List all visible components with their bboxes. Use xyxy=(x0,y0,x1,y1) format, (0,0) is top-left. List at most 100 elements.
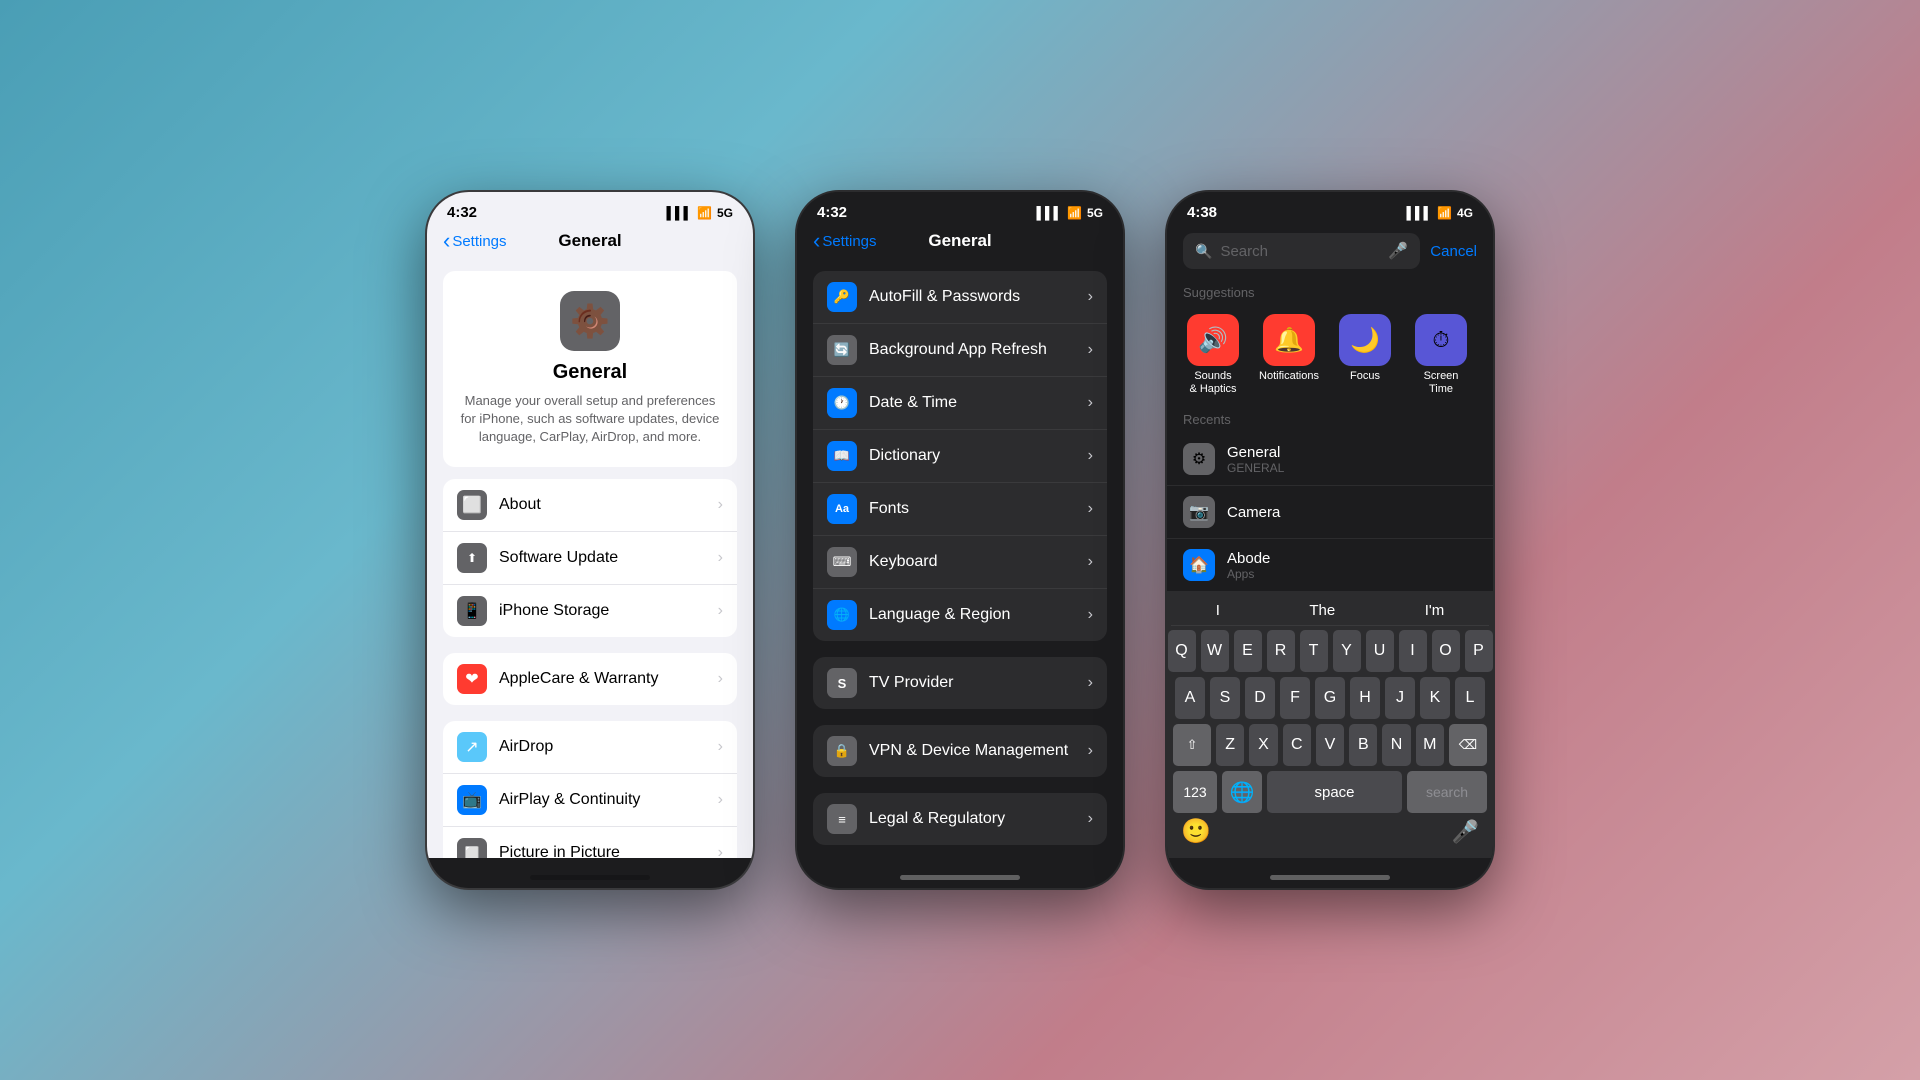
phone-body-2: 🔑 AutoFill & Passwords › 🔄 Background Ap… xyxy=(797,259,1123,858)
mic-icon[interactable]: 🎤 xyxy=(1452,819,1479,845)
predictive-row: I The I'm xyxy=(1171,596,1489,626)
battery-icon-2: 5G xyxy=(1087,206,1103,220)
scroll-area-1[interactable]: ⚙️ General Manage your overall setup and… xyxy=(427,259,753,858)
airplay-row[interactable]: 📺 AirPlay & Continuity › xyxy=(443,774,737,827)
suggestion-sounds[interactable]: 🔊 Sounds& Haptics xyxy=(1183,314,1243,396)
recent-abode[interactable]: 🏠 Abode Apps xyxy=(1167,539,1493,592)
tv-provider-label: TV Provider xyxy=(869,674,1088,692)
key-a[interactable]: A xyxy=(1175,677,1205,719)
key-j[interactable]: J xyxy=(1385,677,1415,719)
scroll-area-3[interactable]: Suggestions 🔊 Sounds& Haptics 🔔 xyxy=(1167,277,1493,592)
gear-icon-wrap: ⚙️ xyxy=(560,291,620,351)
status-icons-3: ▌▌▌ 📶 4G xyxy=(1407,206,1473,220)
autofill-chevron: › xyxy=(1088,288,1093,306)
key-x[interactable]: X xyxy=(1249,724,1277,766)
home-bar-2 xyxy=(900,875,1020,880)
search-key[interactable]: search xyxy=(1407,771,1487,813)
suggestions-icons: 🔊 Sounds& Haptics 🔔 Notifications xyxy=(1167,306,1493,404)
key-u[interactable]: U xyxy=(1366,630,1394,672)
key-l[interactable]: L xyxy=(1455,677,1485,719)
search-mic-icon[interactable]: 🎤 xyxy=(1388,241,1408,261)
airdrop-row[interactable]: ↗ AirDrop › xyxy=(443,721,737,774)
phone-1: 4:32 ▌▌▌ 📶 5G Settings General ⚙️ xyxy=(425,190,755,890)
key-b[interactable]: B xyxy=(1349,724,1377,766)
date-time-row[interactable]: 🕐 Date & Time › xyxy=(813,377,1107,430)
iphone-storage-row[interactable]: 📱 iPhone Storage › xyxy=(443,585,737,637)
key-r[interactable]: R xyxy=(1267,630,1295,672)
screentime-hourglass-icon: ⏱ xyxy=(1432,327,1449,353)
software-update-chevron: › xyxy=(718,549,723,567)
key-s[interactable]: S xyxy=(1210,677,1240,719)
bg-refresh-row[interactable]: 🔄 Background App Refresh › xyxy=(813,324,1107,377)
focus-label: Focus xyxy=(1350,370,1380,383)
key-k[interactable]: K xyxy=(1420,677,1450,719)
dictionary-row[interactable]: 📖 Dictionary › xyxy=(813,430,1107,483)
legal-row[interactable]: ≡ Legal & Regulatory › xyxy=(813,793,1107,845)
about-row[interactable]: ⬜ About › xyxy=(443,479,737,532)
sounds-speaker-icon: 🔊 xyxy=(1198,326,1228,355)
airplay-label: AirPlay & Continuity xyxy=(499,791,718,809)
key-o[interactable]: O xyxy=(1432,630,1460,672)
predictive-i[interactable]: I xyxy=(1216,602,1220,619)
recent-abode-name: Abode xyxy=(1227,550,1477,567)
cancel-button[interactable]: Cancel xyxy=(1430,243,1477,260)
tv-provider-row[interactable]: S TV Provider › xyxy=(813,657,1107,709)
suggestion-focus[interactable]: 🌙 Focus xyxy=(1335,314,1395,396)
key-m[interactable]: M xyxy=(1416,724,1444,766)
back-button-2[interactable]: Settings xyxy=(813,230,877,252)
vpn-row[interactable]: 🔒 VPN & Device Management › xyxy=(813,725,1107,777)
key-g[interactable]: G xyxy=(1315,677,1345,719)
back-button-1[interactable]: Settings xyxy=(443,230,507,252)
key-q[interactable]: Q xyxy=(1168,630,1196,672)
numbers-key[interactable]: 123 xyxy=(1173,771,1217,813)
delete-key[interactable]: ⌫ xyxy=(1449,724,1487,766)
dark-section-tv: S TV Provider › xyxy=(813,657,1107,709)
predictive-the[interactable]: The xyxy=(1309,602,1335,619)
scroll-area-2[interactable]: 🔑 AutoFill & Passwords › 🔄 Background Ap… xyxy=(797,259,1123,858)
key-c[interactable]: C xyxy=(1283,724,1311,766)
pip-row[interactable]: ⬜ Picture in Picture › xyxy=(443,827,737,858)
key-y[interactable]: Y xyxy=(1333,630,1361,672)
recent-general[interactable]: ⚙ General GENERAL xyxy=(1167,433,1493,486)
battery-icon-3: 4G xyxy=(1457,206,1473,220)
key-t[interactable]: T xyxy=(1300,630,1328,672)
key-i[interactable]: I xyxy=(1399,630,1427,672)
key-d[interactable]: D xyxy=(1245,677,1275,719)
key-w[interactable]: W xyxy=(1201,630,1229,672)
notifications-bell-icon: 🔔 xyxy=(1274,326,1304,355)
wifi-icon-1: 📶 xyxy=(697,206,712,220)
space-key[interactable]: space xyxy=(1267,771,1402,813)
pip-label: Picture in Picture xyxy=(499,844,718,858)
recent-camera[interactable]: 📷 Camera xyxy=(1167,486,1493,539)
key-v[interactable]: V xyxy=(1316,724,1344,766)
key-e[interactable]: E xyxy=(1234,630,1262,672)
nav-bar-2: Settings General xyxy=(797,225,1123,259)
applecare-row[interactable]: ❤ AppleCare & Warranty › xyxy=(443,653,737,705)
key-p[interactable]: P xyxy=(1465,630,1493,672)
language-region-row[interactable]: 🌐 Language & Region › xyxy=(813,589,1107,641)
key-z[interactable]: Z xyxy=(1216,724,1244,766)
keyboard-row[interactable]: ⌨ Keyboard › xyxy=(813,536,1107,589)
key-n[interactable]: N xyxy=(1382,724,1410,766)
suggestion-screentime[interactable]: ⏱ Screen Time xyxy=(1411,314,1471,396)
recent-abode-icon: 🏠 xyxy=(1183,549,1215,581)
shift-key[interactable]: ⇧ xyxy=(1173,724,1211,766)
focus-icon: 🌙 xyxy=(1339,314,1391,366)
key-f[interactable]: F xyxy=(1280,677,1310,719)
dark-section-1: 🔑 AutoFill & Passwords › 🔄 Background Ap… xyxy=(813,271,1107,641)
recent-general-sub: GENERAL xyxy=(1227,461,1477,475)
emoji-smiley-icon[interactable]: 🙂 xyxy=(1181,817,1211,846)
fonts-row[interactable]: Aa Fonts › xyxy=(813,483,1107,536)
autofill-row[interactable]: 🔑 AutoFill & Passwords › xyxy=(813,271,1107,324)
suggestion-notifications[interactable]: 🔔 Notifications xyxy=(1259,314,1319,396)
language-region-chevron: › xyxy=(1088,606,1093,624)
emoji-key[interactable]: 🌐 xyxy=(1222,771,1262,813)
software-update-row[interactable]: ⬆ Software Update › xyxy=(443,532,737,585)
settings-section-1: ⬜ About › ⬆ Software Update › 📱 iPhone S… xyxy=(443,479,737,637)
sounds-label: Sounds& Haptics xyxy=(1189,370,1236,396)
back-label-1: Settings xyxy=(452,233,506,250)
predictive-im[interactable]: I'm xyxy=(1425,602,1445,619)
key-h[interactable]: H xyxy=(1350,677,1380,719)
search-input-box[interactable]: 🔍 Search 🎤 xyxy=(1183,233,1420,269)
notifications-label: Notifications xyxy=(1259,370,1319,383)
